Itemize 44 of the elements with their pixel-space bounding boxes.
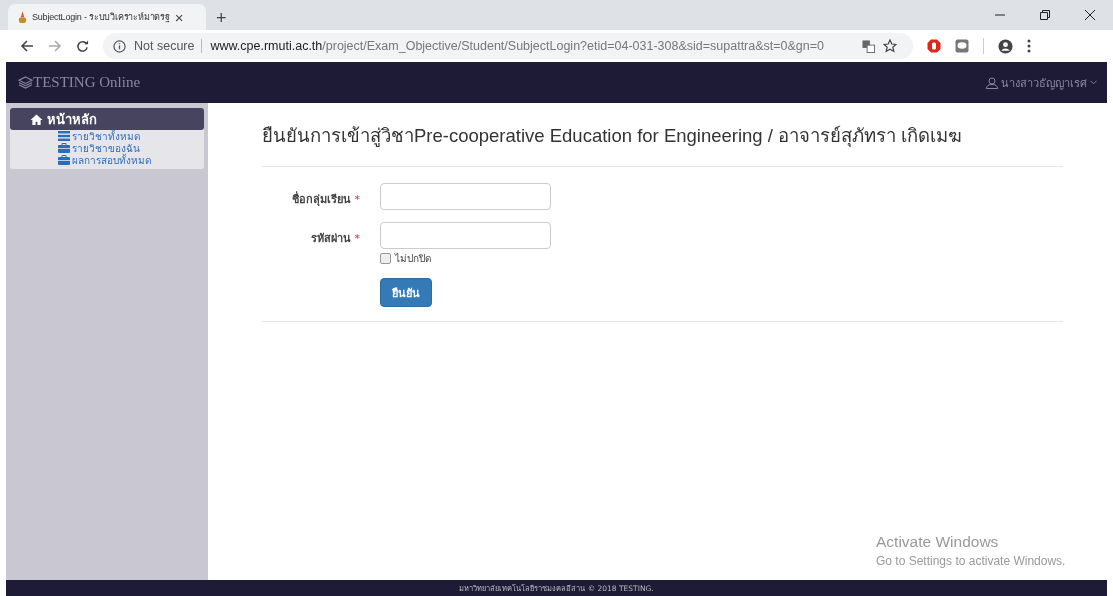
checkbox[interactable] [380,253,391,264]
translate-icon[interactable] [862,39,875,53]
browser-tab[interactable]: SubjectLogin - ระบบวิเคราะห์มาตรฐ × [8,4,206,30]
submit-button[interactable]: ยืนยัน [380,278,432,307]
checkbox-label[interactable]: ไม่ปกปิด [395,251,431,266]
site-brand[interactable]: TESTING Online [33,74,141,91]
required-mark: * [354,193,360,206]
home-icon [30,113,43,125]
chat-icon[interactable] [955,39,969,53]
new-tab-button[interactable]: + [216,9,227,27]
field-label: รหัสผ่าน [310,232,351,245]
briefcase-icon [58,155,70,165]
menu-icon[interactable] [1027,39,1031,53]
profile-icon[interactable] [998,38,1013,54]
heading-label: หน้าหลัก [47,110,97,129]
required-mark: * [354,232,360,245]
star-icon[interactable] [883,39,897,53]
page-title: ยืนยันการเข้าสู่วิชาPre-cooperative Education for Engineering / อาจารย์สุภัทรา เกิดเมฆ [262,124,964,149]
flame-icon [18,10,27,24]
back-arrow-icon[interactable] [20,39,34,53]
info-icon [113,39,126,53]
address-bar[interactable]: Not secure www.cpe.rmuti.ac.th/project/Exam_Objective/Student/SubjectLogin?etid=04-031-308&sid=supattra&st=0&gn=0 [103,33,913,59]
group-name-field[interactable] [380,183,551,210]
list-icon [58,131,70,141]
password-field[interactable] [380,222,551,249]
tab-title: SubjectLogin - ระบบวิเคราะห์มาตรฐ [32,11,170,24]
stop-sign-icon[interactable] [927,39,941,53]
sidebar-link[interactable]: รายวิชาทั้งหมด [72,128,140,144]
sidebar-link[interactable]: ผลการสอบทั้งหมด [72,152,151,168]
tab-close-button[interactable]: × [174,9,184,25]
activation-notice-title: Activate Windows [876,533,1000,551]
briefcase-icon [58,143,70,153]
security-label: Not secure [134,39,203,53]
activation-notice-text: Go to Settings to activate Windows. [876,554,1066,568]
user-icon [986,76,998,89]
layers-icon [18,76,33,89]
sidebar-heading[interactable]: หน้าหลัก [10,108,204,130]
user-menu[interactable]: นางสาวธัญญาเรศ [1001,73,1087,92]
close-icon[interactable] [1085,10,1095,20]
field-label: ชื่อกลุ่มเรียน [291,193,351,206]
url-text: www.cpe.rmuti.ac.th/project/Exam_Objective/Student/SubjectLogin?etid=04-031-308&sid=supattra&st=0&gn=0 [210,39,825,53]
restore-icon[interactable] [1040,10,1050,20]
caret-icon[interactable] [1090,80,1097,85]
reload-icon[interactable] [76,39,89,53]
